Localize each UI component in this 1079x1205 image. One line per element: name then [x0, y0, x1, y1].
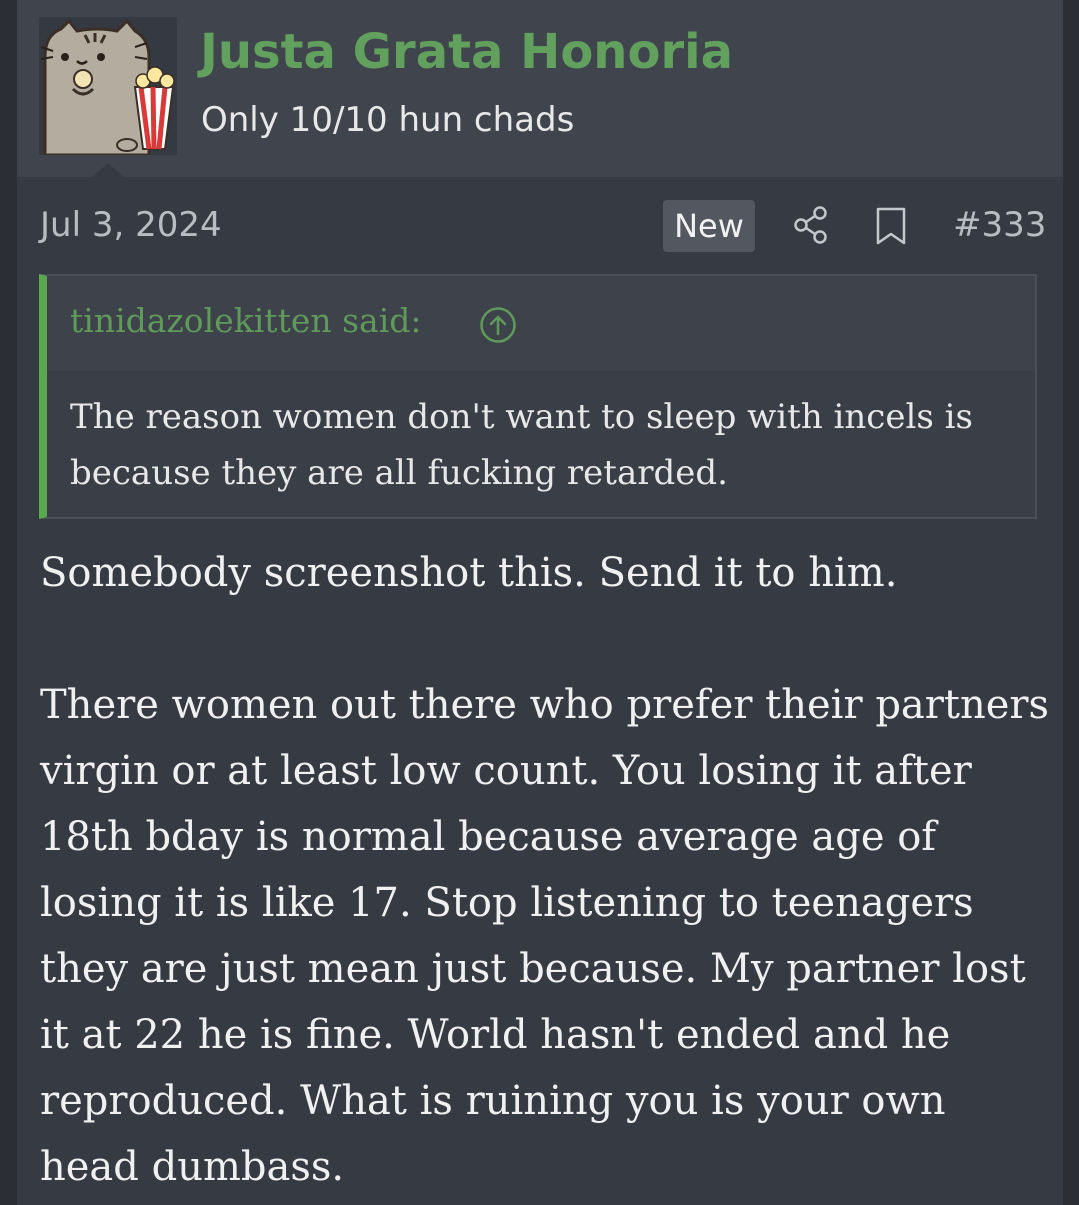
share-icon[interactable]	[793, 205, 829, 245]
pusheen-popcorn-avatar-icon	[39, 17, 177, 155]
bookmark-icon[interactable]	[875, 207, 907, 245]
user-header: Justa Grata Honoria Only 10/10 hun chads	[17, 0, 1063, 177]
quote-attribution[interactable]: tinidazolekitten said:	[70, 301, 422, 340]
new-badge: New	[663, 200, 755, 252]
message-paragraph: There women out there who prefer their p…	[40, 682, 1050, 1190]
post-number[interactable]: #333	[953, 205, 1046, 245]
user-title: Only 10/10 hun chads	[201, 100, 575, 140]
header-pointer	[92, 163, 124, 177]
quote-header: tinidazolekitten said:	[47, 276, 1035, 371]
message-body: Somebody screenshot this. Send it to him…	[40, 540, 1050, 1200]
user-avatar[interactable]	[39, 17, 177, 155]
forum-post: Justa Grata Honoria Only 10/10 hun chads…	[17, 0, 1063, 1205]
quote-block: tinidazolekitten said: The reason women …	[39, 274, 1037, 519]
message-paragraph: Somebody screenshot this. Send it to him…	[40, 550, 898, 596]
post-date[interactable]: Jul 3, 2024	[40, 205, 222, 245]
arrow-up-circle-icon[interactable]	[479, 306, 517, 344]
quote-text: The reason women don't want to sleep wit…	[70, 397, 973, 493]
username[interactable]: Justa Grata Honoria	[200, 24, 733, 80]
